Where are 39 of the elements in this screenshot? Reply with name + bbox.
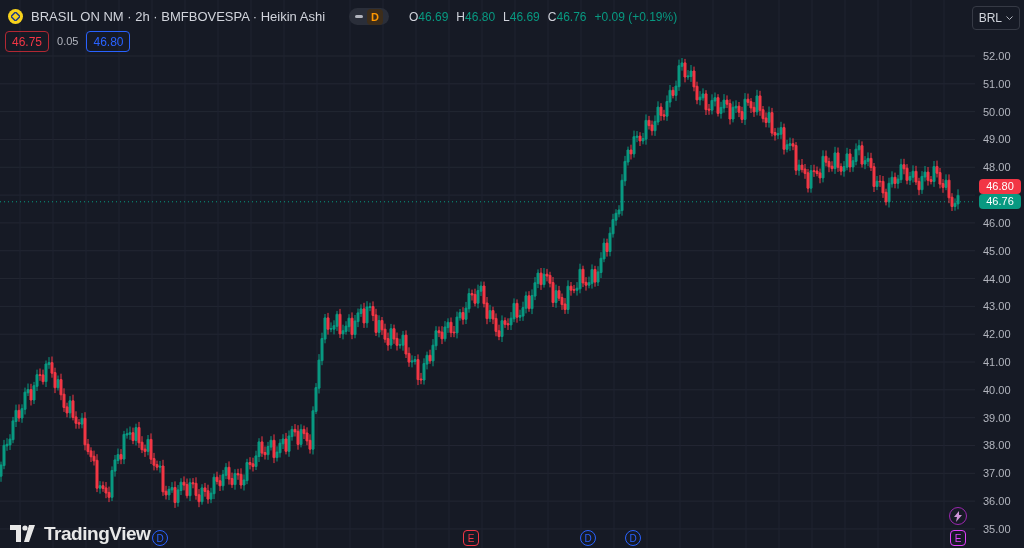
price-axis-label: 46.00	[983, 215, 1011, 230]
sell-button[interactable]: 46.75	[5, 31, 50, 52]
ohlc-value: O46.69	[409, 8, 449, 26]
session-toggle[interactable]: D	[349, 8, 389, 26]
price-axis-label: 38.00	[983, 438, 1011, 453]
earnings-marker[interactable]: E	[950, 530, 966, 546]
price-axis-label: 45.00	[983, 243, 1011, 258]
currency-dropdown[interactable]: BRL	[971, 6, 1020, 30]
price-change: +0.09 (+0.19%)	[594, 8, 678, 26]
price-axis-label: 44.00	[983, 271, 1011, 286]
ohlc-value: C46.76	[547, 8, 587, 26]
price-axis-label: 41.00	[983, 355, 1011, 369]
symbol-title[interactable]: BRASIL ON NM · 2h · BMFBOVESPA · Heikin Ashi	[31, 7, 326, 27]
price-axis-label: 35.00	[983, 521, 1011, 536]
lightning-icon	[954, 510, 962, 522]
price-tag: 46.76	[979, 194, 1021, 209]
price-axis-label: 40.00	[983, 382, 1011, 397]
price-axis-label: 36.00	[983, 494, 1011, 509]
earnings-marker[interactable]: E	[463, 530, 479, 546]
price-axis-label: 51.00	[983, 76, 1011, 91]
price-axis-label: 48.00	[983, 160, 1011, 175]
spread-value: 0.05	[57, 34, 79, 50]
price-tag: 46.80	[979, 179, 1021, 194]
minus-icon	[355, 15, 364, 19]
price-axis-label: 39.00	[983, 410, 1011, 425]
buy-button[interactable]: 46.80	[86, 31, 131, 52]
tradingview-logo-icon	[10, 525, 38, 544]
price-axis-label: 43.00	[983, 299, 1011, 314]
ohlc-value: H46.80	[456, 8, 496, 26]
price-axis-label: 52.00	[983, 49, 1011, 63]
caret-icon	[1006, 16, 1013, 20]
ohlc-value: L46.69	[503, 8, 540, 26]
price-axis-label: 37.00	[983, 466, 1011, 481]
price-axis-label: 42.00	[983, 327, 1011, 342]
price-axis-label: 49.00	[983, 132, 1011, 147]
tradingview-logo-text[interactable]: TradingView	[44, 520, 151, 548]
session-badge: D	[367, 8, 383, 25]
symbol-logo-icon	[8, 9, 23, 25]
price-axis-label: 50.00	[983, 104, 1011, 119]
